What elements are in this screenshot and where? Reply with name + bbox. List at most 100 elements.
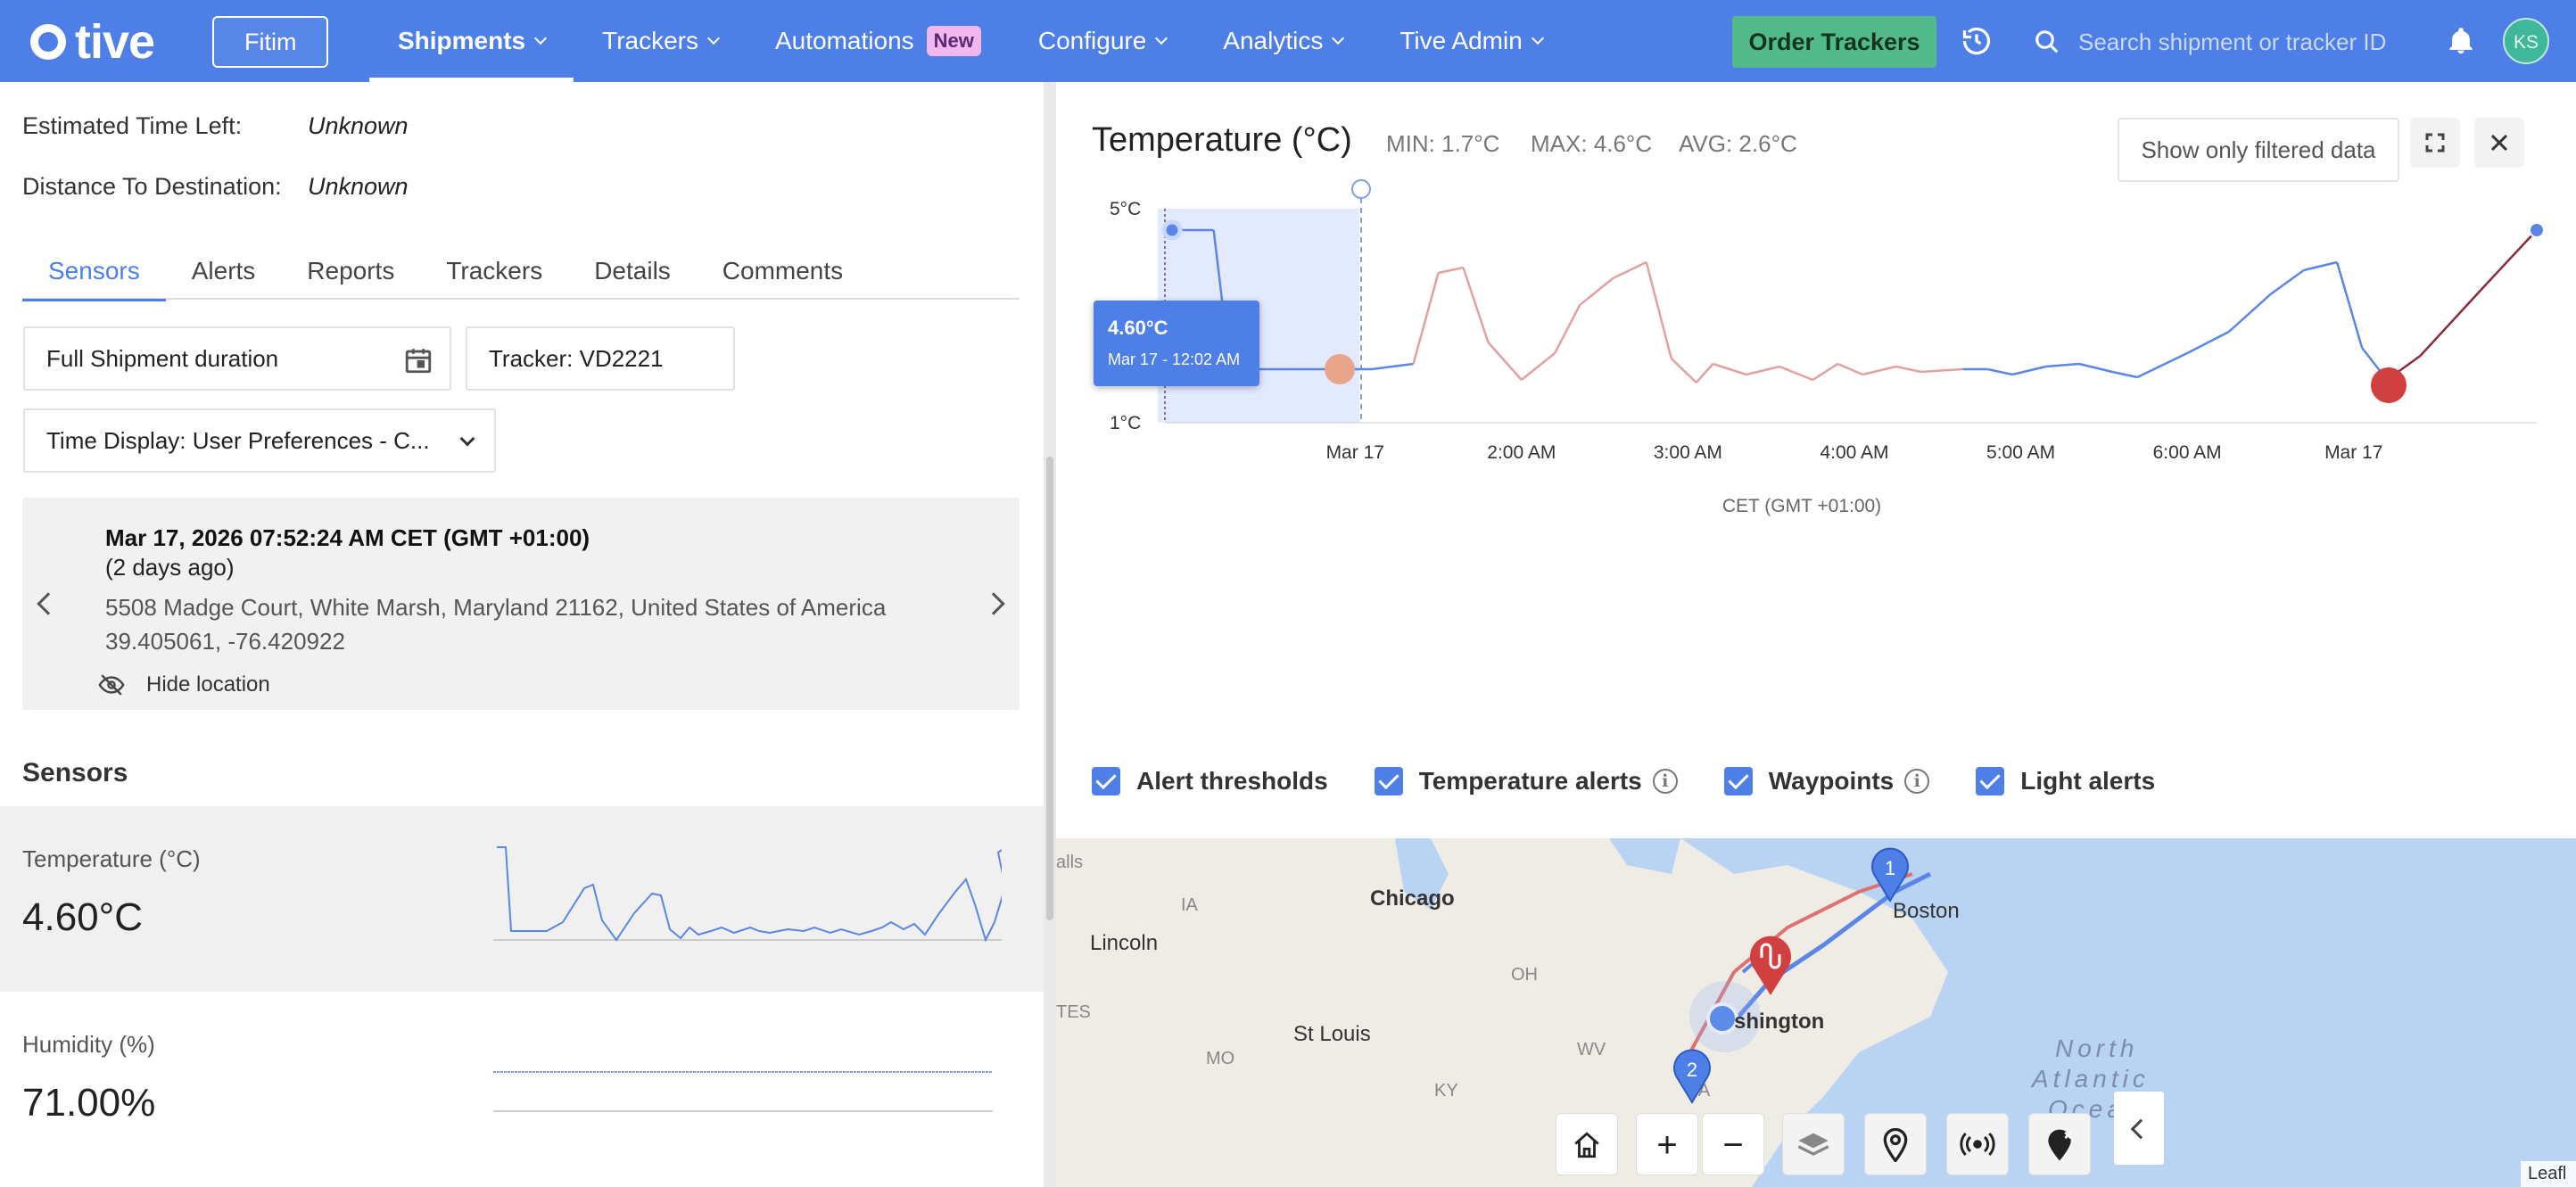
waypoint-1-marker[interactable]: 1 (1868, 844, 1912, 903)
series-segment (2227, 293, 2272, 333)
series-segment (1812, 362, 1839, 382)
nav-analytics[interactable]: Analytics (1194, 0, 1371, 82)
map-layers-button[interactable] (1782, 1113, 1845, 1175)
series-segment (1521, 352, 1556, 381)
next-location-icon[interactable] (982, 592, 1005, 615)
info-icon[interactable]: i (1652, 769, 1678, 794)
tooltip-value: 4.60°C (1108, 317, 1168, 339)
tab-details[interactable]: Details (568, 257, 697, 300)
checkbox-icon (1092, 767, 1120, 795)
map-signal-button[interactable] (1946, 1113, 2009, 1175)
nav-shipments[interactable]: Shipments (369, 0, 574, 82)
chevron-down-icon (459, 431, 475, 447)
time-display-select[interactable]: Time Display: User Preferences - C... (23, 408, 496, 473)
map-label-ky: KY (1434, 1081, 1458, 1100)
temperature-chart[interactable]: 5°C3°C2°C1°CMar 172:00 AM3:00 AM4:00 AM5… (1056, 153, 2576, 760)
series-segment (1837, 362, 1863, 376)
order-trackers-button[interactable]: Order Trackers (1732, 16, 1936, 68)
chevron-down-icon (1155, 31, 1168, 45)
eye-off-icon (98, 674, 125, 696)
layers-icon (1797, 1133, 1829, 1156)
nav-configure[interactable]: Configure (1010, 0, 1194, 82)
series-segment (1746, 365, 1780, 376)
chevron-down-icon (534, 31, 548, 45)
series-segment (2078, 362, 2113, 374)
top-nav: tive Fitim Shipments Trackers Automation… (0, 0, 2576, 82)
series-segment (1987, 367, 2013, 376)
map-attribution[interactable]: Leafl (2521, 1161, 2576, 1187)
user-avatar[interactable]: KS (2503, 18, 2549, 64)
tab-alerts[interactable]: Alerts (166, 257, 282, 300)
waypoints-checkbox[interactable]: Waypoints i (1723, 767, 1930, 795)
chart-tooltip: 4.60°C Mar 17 - 12:02 AM (1094, 301, 1259, 386)
zoom-in-button[interactable]: + (1636, 1113, 1698, 1175)
nav-automations[interactable]: Automations New (747, 0, 1010, 82)
nav-trackers[interactable]: Trackers (574, 0, 747, 82)
light-alerts-checkbox[interactable]: Light alerts (1976, 767, 2155, 795)
tab-comments[interactable]: Comments (697, 257, 869, 300)
humidity-sensor-row[interactable]: Humidity (%) 71.00% (0, 992, 1044, 1177)
series-segment (2011, 365, 2046, 376)
panel-resize-handle[interactable] (1044, 82, 1056, 1187)
search-input[interactable] (2078, 28, 2399, 56)
nav-tive-admin[interactable]: Tive Admin (1371, 0, 1570, 82)
zoom-out-button[interactable]: − (1702, 1113, 1764, 1175)
org-switcher-button[interactable]: Fitim (212, 16, 329, 68)
main-nav: Shipments Trackers Automations New Config… (369, 0, 1571, 82)
hide-location-button[interactable]: Hide location (98, 672, 270, 697)
series-segment (1438, 266, 1464, 275)
location-timestamp: Mar 17, 2026 07:52:24 AM CET (GMT +01:00… (105, 524, 590, 551)
map-locations-button[interactable] (1864, 1113, 1927, 1175)
series-segment (2335, 261, 2364, 349)
map-label-st-louis: St Louis (1293, 1022, 1371, 1046)
chevron-left-icon (2130, 1118, 2151, 1140)
svg-text:1: 1 (1885, 857, 1895, 879)
bell-icon[interactable] (2446, 25, 2476, 57)
series-segment (2486, 229, 2538, 284)
duration-picker[interactable]: Full Shipment duration (23, 326, 451, 391)
light-alert-point (2371, 367, 2407, 403)
x-tick-label: 2:00 AM (1487, 442, 1556, 463)
series-segment (1554, 304, 1581, 354)
map-label-washington: shington (1734, 1010, 1825, 1034)
alert-thresholds-checkbox[interactable]: Alert thresholds (1092, 767, 1328, 795)
tab-sensors[interactable]: Sensors (22, 257, 166, 301)
map-label-states: TES (1056, 1002, 1091, 1022)
checkbox-icon (1723, 767, 1753, 795)
resize-grip[interactable] (1046, 457, 1053, 920)
map-home-button[interactable] (1556, 1113, 1618, 1175)
map-label-boston: Boston (1893, 899, 1960, 923)
temperature-sensor-row[interactable]: Temperature (°C) 4.60°C (0, 806, 1044, 992)
temperature-alerts-checkbox[interactable]: Temperature alerts i (1374, 767, 1678, 795)
waypoint-2-marker[interactable]: 2 (1670, 1045, 1714, 1104)
range-handle (1351, 179, 1371, 199)
chart-filters: Alert thresholds Temperature alerts i Way… (1092, 767, 2201, 795)
collapse-map-button[interactable] (2114, 1092, 2164, 1165)
tab-reports[interactable]: Reports (281, 257, 420, 300)
y-tick-label: 1°C (1110, 413, 1141, 433)
location-card: Mar 17, 2026 07:52:24 AM CET (GMT +01:00… (22, 498, 1020, 710)
map-label-chicago: Chicago (1370, 886, 1455, 911)
tracker-field[interactable]: Tracker: VD2221 (466, 326, 735, 391)
data-point-start (1161, 219, 1183, 241)
previous-location-icon[interactable] (37, 592, 60, 615)
tive-logo[interactable]: tive (30, 14, 155, 70)
series-segment (1713, 362, 1747, 376)
series-segment (2045, 362, 2079, 368)
shipment-details-panel: Estimated Time Left: Unknown Distance To… (0, 82, 1044, 1187)
map-geofence-button[interactable] (2028, 1113, 2091, 1175)
series-segment (2419, 283, 2488, 357)
history-icon[interactable] (1961, 25, 1993, 57)
series-segment (1670, 358, 1697, 383)
series-segment (1412, 272, 1440, 365)
info-icon[interactable]: i (1904, 769, 1930, 794)
detail-tabs: Sensors Alerts Reports Trackers Details … (22, 257, 1020, 301)
tab-trackers[interactable]: Trackers (420, 257, 568, 300)
light-alert-marker[interactable] (1746, 931, 1795, 997)
eta-row: Estimated Time Left: Unknown (22, 112, 409, 139)
location-address: 5508 Madge Court, White Marsh, Maryland … (105, 594, 887, 621)
map-label-lincoln: Lincoln (1090, 931, 1159, 955)
location-ago: (2 days ago) (105, 554, 235, 581)
x-axis-label: CET (GMT +01:00) (1722, 496, 1881, 516)
map-label-ia: IA (1181, 895, 1198, 915)
